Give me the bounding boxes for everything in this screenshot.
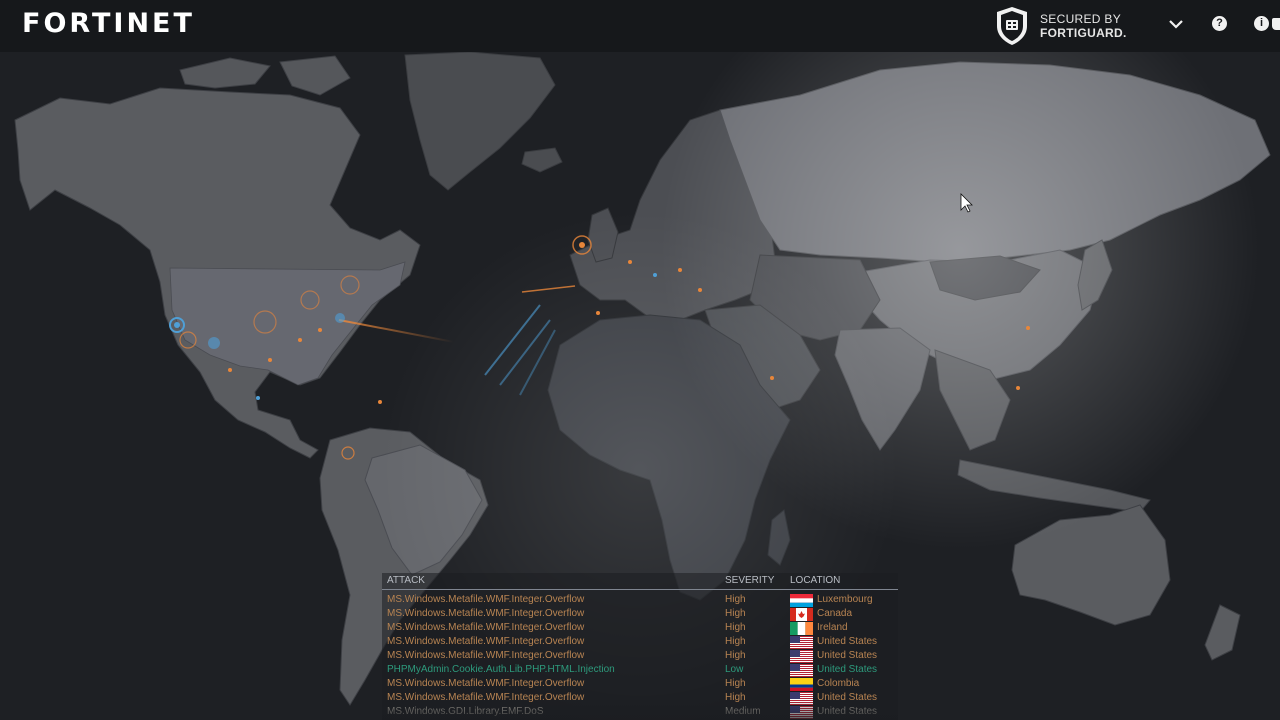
country-flag-icon: [790, 622, 813, 635]
country-flag-icon: [790, 678, 813, 691]
help-icon[interactable]: ?: [1212, 16, 1227, 31]
country-flag-icon: [790, 650, 813, 663]
severity-value: High: [725, 594, 746, 605]
attack-name: MS.Windows.Metafile.WMF.Integer.Overflow: [387, 678, 585, 689]
chevron-down-icon[interactable]: [1167, 15, 1185, 33]
country-flag-icon: [790, 594, 813, 607]
severity-value: High: [725, 608, 746, 619]
fortiguard-label: FORTIGUARD.: [1040, 26, 1127, 40]
country-flag-icon: [790, 636, 813, 649]
attack-name: MS.Windows.Metafile.WMF.Integer.Overflow: [387, 636, 585, 647]
table-row: MS.Windows.Metafile.WMF.Integer.Overflow…: [382, 607, 898, 621]
column-attack: ATTACK: [387, 575, 425, 586]
country-flag-icon: [790, 608, 813, 621]
table-row: MS.Windows.Metafile.WMF.Integer.Overflow…: [382, 621, 898, 635]
severity-value: High: [725, 636, 746, 647]
severity-value: Low: [725, 664, 744, 675]
shield-icon: [997, 7, 1027, 45]
location-name: United States: [817, 636, 878, 647]
location-name: Luxembourg: [817, 594, 873, 605]
country-flag-icon: [790, 664, 813, 677]
location-name: Ireland: [817, 622, 848, 633]
attack-name: MS.Windows.Metafile.WMF.Integer.Overflow: [387, 594, 585, 605]
severity-value: High: [725, 650, 746, 661]
location-name: Canada: [817, 608, 853, 619]
secured-by-label: SECURED BY: [1040, 12, 1122, 26]
location-name: United States: [817, 650, 878, 661]
table-fade: [382, 701, 898, 720]
column-severity: SEVERITY: [725, 575, 775, 586]
fortinet-logo[interactable]: FORTINET: [22, 8, 195, 39]
attack-name: MS.Windows.Metafile.WMF.Integer.Overflow: [387, 622, 585, 633]
attack-name: PHPMyAdmin.Cookie.Auth.Lib.PHP.HTML.Inje…: [387, 664, 615, 675]
location-name: Colombia: [817, 678, 860, 689]
top-bar: FORTINET SECURED BY FORTIGUARD. ? i: [0, 0, 1280, 52]
location-name: United States: [817, 664, 878, 675]
attack-name: MS.Windows.Metafile.WMF.Integer.Overflow: [387, 650, 585, 661]
secured-by-fortiguard: SECURED BY FORTIGUARD.: [1040, 12, 1127, 40]
severity-value: High: [725, 622, 746, 633]
table-row: MS.Windows.Metafile.WMF.Integer.Overflow…: [382, 649, 898, 663]
attack-name: MS.Windows.Metafile.WMF.Integer.Overflow: [387, 608, 585, 619]
table-row: MS.Windows.Metafile.WMF.Integer.Overflow…: [382, 593, 898, 607]
table-row: MS.Windows.Metafile.WMF.Integer.Overflow…: [382, 635, 898, 649]
info-icon[interactable]: i: [1254, 16, 1269, 31]
table-header: ATTACK SEVERITY LOCATION: [382, 573, 898, 590]
column-location: LOCATION: [790, 575, 841, 586]
extra-menu-icon[interactable]: [1272, 18, 1280, 30]
severity-value: High: [725, 678, 746, 689]
table-row: PHPMyAdmin.Cookie.Auth.Lib.PHP.HTML.Inje…: [382, 663, 898, 677]
attack-feed-table: ATTACK SEVERITY LOCATION MS.Windows.Meta…: [382, 573, 898, 720]
table-row: MS.Windows.Metafile.WMF.Integer.Overflow…: [382, 677, 898, 691]
